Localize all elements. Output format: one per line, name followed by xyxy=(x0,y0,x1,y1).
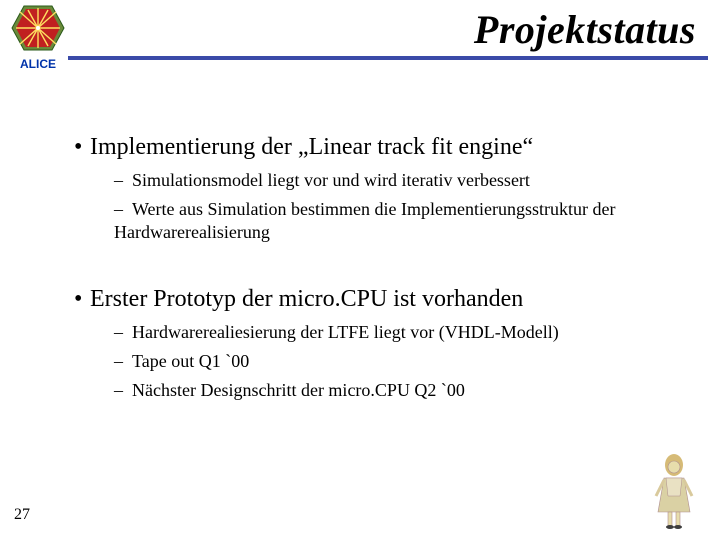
dash-glyph: – xyxy=(114,321,132,344)
bullet-1-sub-1-text: Simulationsmodel liegt vor und wird iter… xyxy=(132,170,530,190)
dash-glyph: – xyxy=(114,379,132,402)
alice-figure-icon xyxy=(646,452,702,530)
bullet-1-text: Implementierung der „Linear track fit en… xyxy=(90,134,533,160)
bullet-1-sub-1: –Simulationsmodel liegt vor und wird ite… xyxy=(114,169,690,192)
bullet-1: •Implementierung der „Linear track fit e… xyxy=(74,134,690,244)
bullet-2-sub-2-text: Tape out Q1 `00 xyxy=(132,351,249,371)
bullet-glyph: • xyxy=(74,134,90,161)
bullet-2-sub-2: –Tape out Q1 `00 xyxy=(114,350,690,373)
dash-glyph: – xyxy=(114,198,132,221)
header: ALICE Projektstatus xyxy=(0,0,720,70)
bullet-2-sub-1-text: Hardwarerealiesierung der LTFE liegt vor… xyxy=(132,322,559,342)
bullet-2-text: Erster Prototyp der micro.CPU ist vorhan… xyxy=(90,286,523,312)
page-title: Projektstatus xyxy=(474,6,696,53)
bullet-2-sub-3: –Nächster Designschritt der micro.CPU Q2… xyxy=(114,379,690,402)
slide: ALICE Projektstatus •Implementierung der… xyxy=(0,0,720,540)
bullet-1-line: •Implementierung der „Linear track fit e… xyxy=(74,134,690,161)
bullet-glyph: • xyxy=(74,286,90,313)
page-number: 27 xyxy=(14,506,30,524)
logo-label: ALICE xyxy=(10,57,66,71)
content: •Implementierung der „Linear track fit e… xyxy=(74,134,690,402)
dash-glyph: – xyxy=(114,350,132,373)
bullet-2-line: •Erster Prototyp der micro.CPU ist vorha… xyxy=(74,286,690,313)
bullet-2-sub-3-text: Nächster Designschritt der micro.CPU Q2 … xyxy=(132,380,465,400)
header-divider xyxy=(68,56,708,60)
bullet-1-sub-2-text: Werte aus Simulation bestimmen die Imple… xyxy=(114,199,615,242)
bullet-2-sub-1: –Hardwarerealiesierung der LTFE liegt vo… xyxy=(114,321,690,344)
bullet-2: •Erster Prototyp der micro.CPU ist vorha… xyxy=(74,286,690,402)
dash-glyph: – xyxy=(114,169,132,192)
alice-logo: ALICE xyxy=(10,4,66,66)
bullet-1-sub-2: –Werte aus Simulation bestimmen die Impl… xyxy=(114,198,690,244)
alice-logo-icon xyxy=(10,4,66,52)
